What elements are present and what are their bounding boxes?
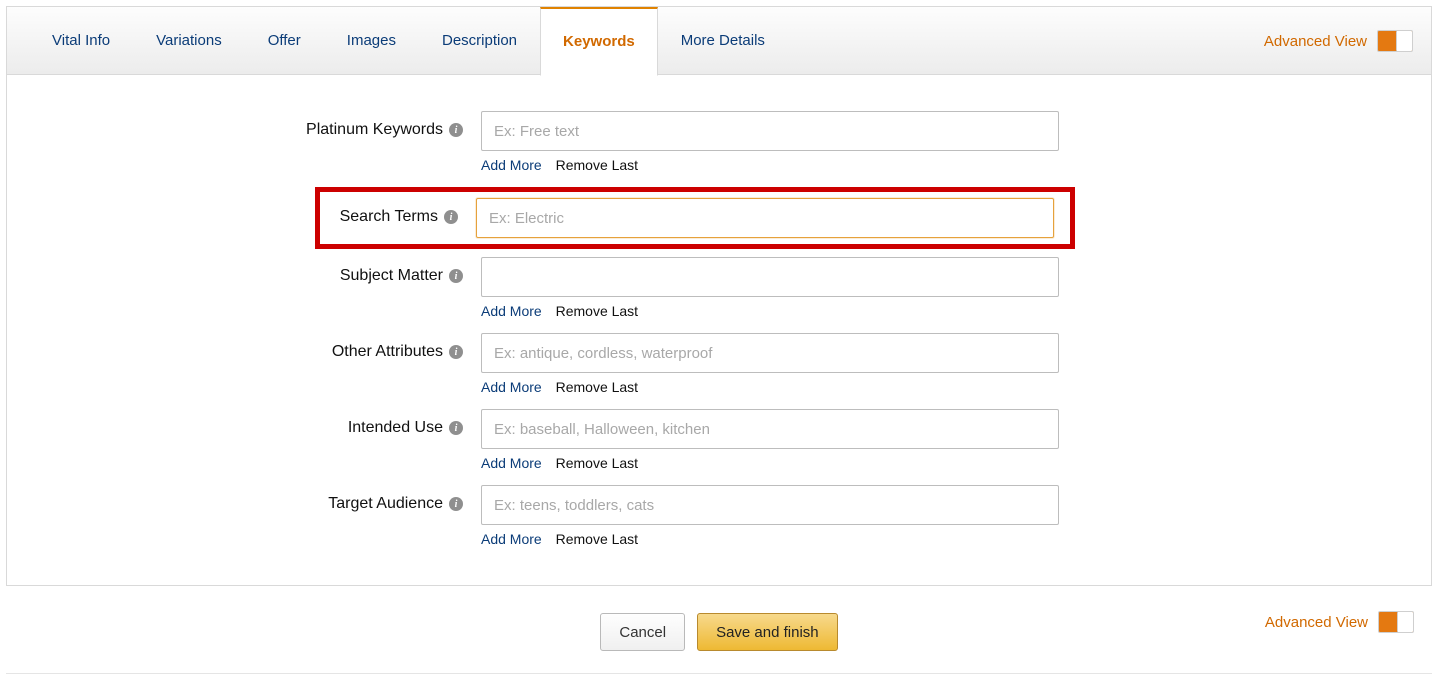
field-label: Search Terms bbox=[340, 208, 438, 226]
remove-last-link[interactable]: Remove Last bbox=[556, 531, 638, 547]
label-intended-use: Intended Use i bbox=[7, 409, 469, 437]
row-other-attributes: Other Attributes i Add More Remove Last bbox=[7, 333, 1431, 409]
field-label: Intended Use bbox=[348, 419, 443, 437]
info-icon[interactable]: i bbox=[449, 421, 463, 435]
tab-keywords[interactable]: Keywords bbox=[540, 7, 658, 76]
toggle-knob bbox=[1397, 612, 1413, 632]
tab-variations[interactable]: Variations bbox=[133, 7, 245, 75]
add-more-link[interactable]: Add More bbox=[481, 531, 542, 547]
other-attributes-input[interactable] bbox=[481, 333, 1059, 373]
divider bbox=[6, 673, 1432, 674]
toggle-knob bbox=[1396, 31, 1412, 51]
tabs-bar: Vital Info Variations Offer Images Descr… bbox=[7, 7, 1431, 75]
row-intended-use: Intended Use i Add More Remove Last bbox=[7, 409, 1431, 485]
remove-last-link[interactable]: Remove Last bbox=[556, 157, 638, 173]
label-search-terms: Search Terms i bbox=[320, 198, 464, 226]
remove-last-link[interactable]: Remove Last bbox=[556, 379, 638, 395]
advanced-view-label: Advanced View bbox=[1265, 614, 1368, 631]
tab-more-details[interactable]: More Details bbox=[658, 7, 788, 75]
field-label: Other Attributes bbox=[332, 343, 443, 361]
add-more-link[interactable]: Add More bbox=[481, 379, 542, 395]
row-target-audience: Target Audience i Add More Remove Last bbox=[7, 485, 1431, 561]
info-icon[interactable]: i bbox=[449, 345, 463, 359]
field-label: Subject Matter bbox=[340, 267, 443, 285]
add-more-link[interactable]: Add More bbox=[481, 157, 542, 173]
advanced-view-toggle[interactable] bbox=[1378, 611, 1414, 633]
info-icon[interactable]: i bbox=[449, 269, 463, 283]
tab-vital-info[interactable]: Vital Info bbox=[29, 7, 133, 75]
row-subject-matter: Subject Matter i Add More Remove Last bbox=[7, 257, 1431, 333]
product-edit-panel: Vital Info Variations Offer Images Descr… bbox=[6, 6, 1432, 586]
subject-matter-input[interactable] bbox=[481, 257, 1059, 297]
row-platinum-keywords: Platinum Keywords i Add More Remove Last bbox=[7, 111, 1431, 187]
tab-offer[interactable]: Offer bbox=[245, 7, 324, 75]
field-label: Target Audience bbox=[328, 495, 443, 513]
tab-description[interactable]: Description bbox=[419, 7, 540, 75]
advanced-view-control-bottom: Advanced View bbox=[1265, 611, 1414, 633]
cancel-button[interactable]: Cancel bbox=[600, 613, 685, 651]
row-search-terms: Search Terms i bbox=[315, 187, 1075, 249]
tab-images[interactable]: Images bbox=[324, 7, 419, 75]
footer-bar: Cancel Save and finish Advanced View bbox=[0, 592, 1438, 663]
target-audience-input[interactable] bbox=[481, 485, 1059, 525]
add-more-link[interactable]: Add More bbox=[481, 303, 542, 319]
label-target-audience: Target Audience i bbox=[7, 485, 469, 513]
info-icon[interactable]: i bbox=[444, 210, 458, 224]
remove-last-link[interactable]: Remove Last bbox=[556, 303, 638, 319]
advanced-view-toggle[interactable] bbox=[1377, 30, 1413, 52]
add-more-link[interactable]: Add More bbox=[481, 455, 542, 471]
advanced-view-control-top: Advanced View bbox=[1264, 7, 1413, 75]
intended-use-input[interactable] bbox=[481, 409, 1059, 449]
info-icon[interactable]: i bbox=[449, 123, 463, 137]
remove-last-link[interactable]: Remove Last bbox=[556, 455, 638, 471]
search-terms-input[interactable] bbox=[476, 198, 1054, 238]
save-and-finish-button[interactable]: Save and finish bbox=[697, 613, 838, 651]
label-other-attributes: Other Attributes i bbox=[7, 333, 469, 361]
advanced-view-label: Advanced View bbox=[1264, 33, 1367, 50]
keywords-form: Platinum Keywords i Add More Remove Last… bbox=[7, 75, 1431, 585]
field-label: Platinum Keywords bbox=[306, 121, 443, 139]
label-subject-matter: Subject Matter i bbox=[7, 257, 469, 285]
platinum-keywords-input[interactable] bbox=[481, 111, 1059, 151]
info-icon[interactable]: i bbox=[449, 497, 463, 511]
label-platinum-keywords: Platinum Keywords i bbox=[7, 111, 469, 139]
